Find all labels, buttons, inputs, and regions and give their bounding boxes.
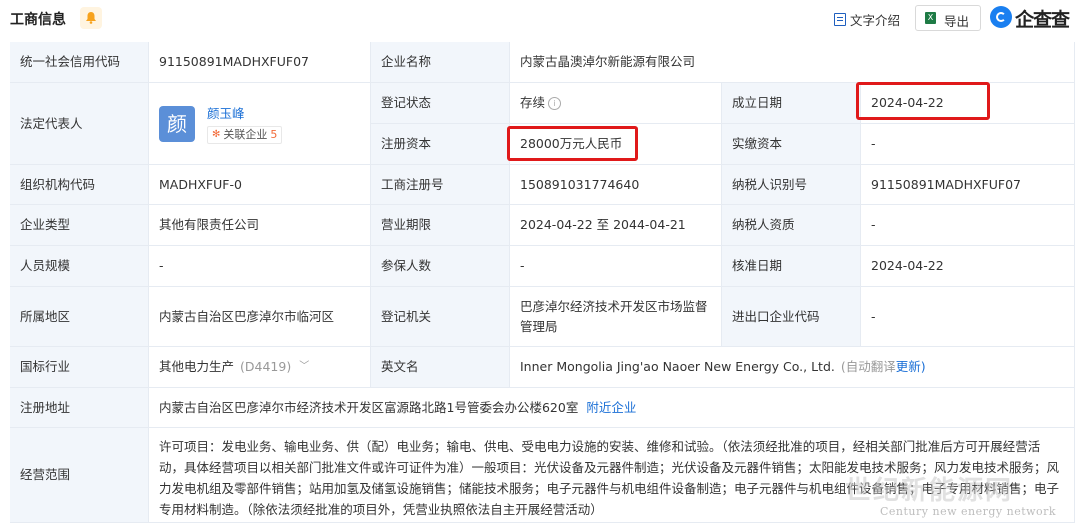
credit-code-value: 91150891MADHXFUF07 [149, 42, 371, 83]
reg-status-cell: 存续 i [510, 83, 722, 124]
region-label: 所属地区 [10, 287, 149, 347]
paid-capital-value: - [861, 124, 1075, 165]
address-label: 注册地址 [10, 388, 149, 428]
legal-rep-label: 法定代表人 [10, 83, 149, 165]
text-intro-button[interactable]: 文字介绍 [834, 10, 900, 29]
company-type-value: 其他有限责任公司 [149, 205, 371, 246]
found-date-label: 成立日期 [722, 83, 861, 124]
paid-capital-label: 实缴资本 [722, 124, 861, 165]
industry-label: 国标行业 [10, 347, 149, 388]
reg-capital-value: 28000万元人民币 [510, 124, 722, 165]
scope-label: 经营范围 [10, 428, 149, 523]
ie-code-label: 进出口企业代码 [722, 287, 861, 347]
taxpayer-id-value: 91150891MADHXFUF07 [861, 165, 1075, 205]
section-title: 工商信息 [10, 12, 66, 28]
nearby-companies-link[interactable]: 附近企业 [586, 398, 636, 418]
biz-reg-no-label: 工商注册号 [371, 165, 510, 205]
section-header: 工商信息 文字介绍 X 导出 企查查 [0, 0, 1080, 38]
approve-date-label: 核准日期 [722, 246, 861, 287]
address-cell: 内蒙古自治区巴彦淖尔市经济技术开发区富源路北路1号管委会办公楼620室 附近企业 [149, 388, 1075, 428]
insured-value: - [510, 246, 722, 287]
reg-status-label: 登记状态 [371, 83, 510, 124]
reg-authority-value: 巴彦淖尔经济技术开发区市场监督管理局 [510, 287, 722, 347]
chevron-down-icon[interactable]: ﹀ [299, 357, 309, 377]
document-icon [834, 13, 846, 26]
watermark-text: 世纪新能源网 [845, 476, 1014, 506]
logo-icon [990, 6, 1012, 28]
english-name-label: 英文名 [371, 347, 510, 388]
biz-reg-no-value: 150891031774640 [510, 165, 722, 205]
company-name-value: 内蒙古晶澳淖尔新能源有限公司 [510, 42, 1075, 83]
staff-size-label: 人员规模 [10, 246, 149, 287]
biz-term-value: 2024-04-22 至 2044-04-21 [510, 205, 722, 246]
taxpayer-qual-value: - [861, 205, 1075, 246]
staff-size-value: - [149, 246, 371, 287]
org-code-label: 组织机构代码 [10, 165, 149, 205]
region-value: 内蒙古自治区巴彦淖尔市临河区 [149, 287, 371, 347]
legal-rep-cell: 颜 颜玉峰 ✻ 关联企业 5 [149, 83, 371, 165]
taxpayer-qual-label: 纳税人资质 [722, 205, 861, 246]
english-name-cell: Inner Mongolia Jing'ao Naoer New Energy … [510, 347, 1075, 388]
excel-icon: X [925, 12, 936, 24]
org-code-value: MADHXFUF-0 [149, 165, 371, 205]
legal-rep-name-link[interactable]: 颜玉峰 [207, 104, 282, 124]
taxpayer-id-label: 纳税人识别号 [722, 165, 861, 205]
credit-code-label: 统一社会信用代码 [10, 42, 149, 83]
info-icon[interactable]: i [548, 96, 562, 110]
network-icon: ✻ [212, 128, 221, 140]
bell-icon[interactable] [80, 7, 102, 29]
watermark: Century new energy network [880, 505, 1057, 518]
biz-term-label: 营业期限 [371, 205, 510, 246]
avatar: 颜 [159, 105, 195, 142]
ie-code-value: - [861, 287, 1075, 347]
export-button[interactable]: X 导出 [915, 5, 981, 31]
industry-cell: 其他电力生产 (D4419) ﹀ [149, 347, 371, 388]
insured-label: 参保人数 [371, 246, 510, 287]
company-name-label: 企业名称 [371, 42, 510, 83]
update-link[interactable]: 更新) [896, 357, 926, 377]
related-companies-tag[interactable]: ✻ 关联企业 5 [207, 125, 283, 144]
approve-date-value: 2024-04-22 [861, 246, 1075, 287]
reg-capital-label: 注册资本 [371, 124, 510, 165]
company-type-label: 企业类型 [10, 205, 149, 246]
found-date-value: 2024-04-22 [861, 83, 1075, 124]
reg-authority-label: 登记机关 [371, 287, 510, 347]
